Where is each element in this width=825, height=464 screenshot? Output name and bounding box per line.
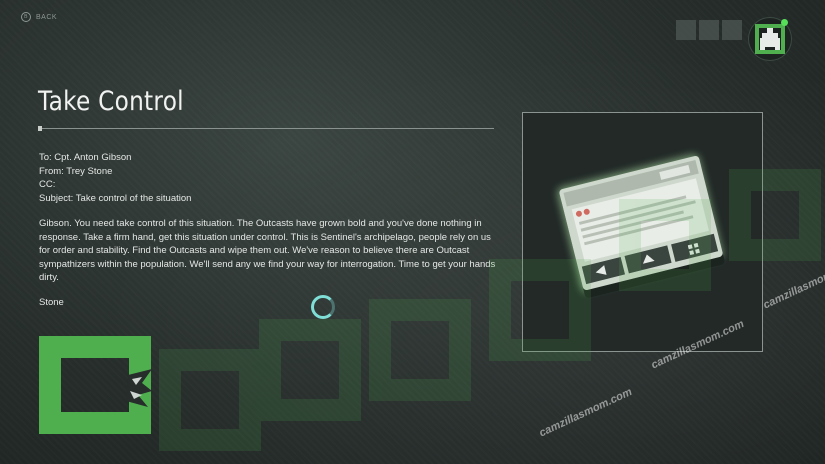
message-subject: Subject: Take control of the situation: [39, 192, 192, 204]
online-status-indicator: [781, 19, 788, 26]
watermark-text: camzillasmom.com: [537, 385, 634, 440]
back-button[interactable]: B BACK: [21, 12, 57, 22]
slot-1: [676, 20, 696, 40]
loading-spinner-icon: [311, 295, 335, 319]
message-cc: CC:: [39, 179, 56, 190]
faction-logo-icon: [39, 336, 152, 434]
message-header: To: Cpt. Anton Gibson From: Trey Stone C…: [39, 151, 191, 205]
title-divider: [38, 128, 494, 129]
message-signature: Stone: [39, 297, 64, 308]
slot-2: [699, 20, 719, 40]
phone-device-icon: [557, 154, 725, 298]
back-label: BACK: [36, 13, 58, 21]
slot-3: [722, 20, 742, 40]
message-to: To: Cpt. Anton Gibson: [39, 152, 132, 163]
page-title: Take Control: [38, 86, 184, 117]
item-preview-panel: [522, 112, 763, 352]
watermark-text: camzillasmom.com: [761, 257, 825, 312]
title-divider-marker: [38, 126, 42, 131]
back-button-glyph-icon: B: [21, 12, 31, 22]
message-from: From: Trey Stone: [39, 165, 113, 177]
message-body: Gibson. You need take control of this si…: [39, 218, 496, 283]
inventory-slots: [676, 20, 742, 40]
